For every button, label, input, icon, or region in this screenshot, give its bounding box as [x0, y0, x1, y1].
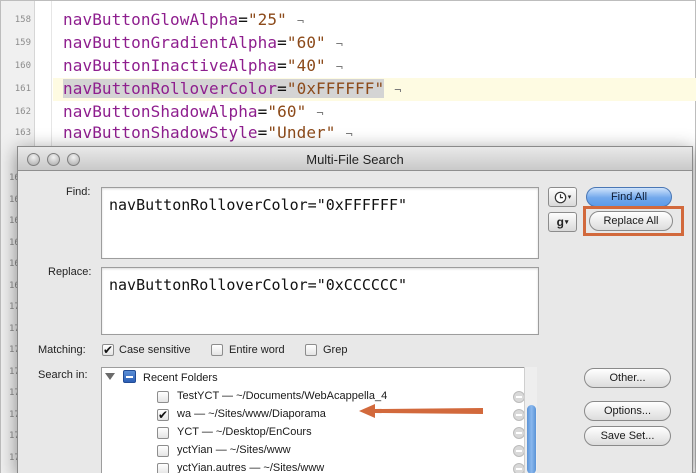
find-field[interactable]: navButtonRolloverColor="0xFFFFFF"	[101, 187, 539, 259]
code-line[interactable]: 162 navButtonShadowAlpha="60" ¬	[1, 101, 696, 124]
search-folders-list[interactable]: Recent Folders TestYCT — ~/Documents/Web…	[101, 367, 537, 473]
code-attribute: navButtonRolloverColor	[63, 79, 278, 98]
folder-label: yctYian — ~/Sites/www	[177, 444, 291, 456]
folder-label: yctYian.autres — ~/Sites/www	[177, 462, 325, 473]
code-attribute: navButtonGlowAlpha	[63, 10, 239, 29]
code-value: "Under"	[267, 123, 336, 142]
code-value: "60"	[267, 102, 307, 121]
code-value: "40"	[286, 56, 326, 75]
line-end-marker: ¬	[345, 127, 353, 141]
code-attribute: navButtonGradientAlpha	[63, 33, 278, 52]
grep-label: Grep	[323, 344, 348, 356]
list-item[interactable]: yctYian — ~/Sites/www	[102, 442, 536, 460]
folder-checkbox[interactable]	[157, 391, 169, 403]
line-end-marker: ¬	[296, 14, 305, 28]
line-number: 162	[14, 107, 31, 117]
code-value: "25"	[247, 10, 287, 29]
replace-all-highlight-annotation	[583, 206, 684, 236]
list-item[interactable]: YCT — ~/Desktop/EnCours	[102, 424, 536, 442]
entire-word-label: Entire word	[229, 344, 285, 356]
code-attribute: navButtonShadowStyle	[63, 123, 258, 142]
folder-label: YCT — ~/Desktop/EnCours	[177, 426, 312, 438]
grep-menu-label: g	[556, 215, 564, 229]
line-number: 161	[14, 84, 31, 94]
code-attribute: navButtonShadowAlpha	[63, 102, 258, 121]
search-in-label: Search in:	[38, 369, 88, 381]
code-line[interactable]: 160 navButtonInactiveAlpha="40" ¬	[1, 55, 696, 78]
multi-file-search-dialog: Multi-File Search Find: navButtonRollove…	[17, 146, 693, 473]
scrollbar-thumb[interactable]	[527, 405, 536, 473]
text-selection[interactable]: navButtonRolloverColor="0xFFFFFF"	[63, 79, 385, 98]
group-row-recent-folders[interactable]: Recent Folders	[102, 370, 536, 388]
list-scrollbar[interactable]	[524, 367, 537, 473]
line-end-marker: ¬	[335, 37, 344, 51]
folder-label: wa — ~/Sites/www/Diaporama	[177, 408, 326, 420]
line-number: 158	[14, 15, 31, 25]
grep-checkbox[interactable]	[305, 344, 317, 356]
folder-label: TestYCT — ~/Documents/WebAcappella_4	[177, 390, 388, 402]
line-number: 163	[14, 128, 31, 138]
find-all-button[interactable]: Find All	[586, 187, 672, 207]
group-toggle-icon[interactable]	[123, 370, 136, 383]
matching-label: Matching:	[38, 344, 86, 356]
list-item[interactable]: yctYian.autres — ~/Sites/www	[102, 460, 536, 473]
disclosure-triangle-icon[interactable]	[105, 373, 115, 380]
line-number: 160	[14, 61, 31, 71]
replace-field[interactable]: navButtonRolloverColor="0xCCCCCC"	[101, 267, 539, 335]
dialog-title: Multi-File Search	[306, 152, 404, 167]
group-label: Recent Folders	[143, 372, 218, 384]
grep-pattern-menu[interactable]: g▾	[548, 212, 577, 232]
case-sensitive-label: Case sensitive	[119, 344, 191, 356]
annotation-arrow-icon	[359, 404, 483, 418]
save-set-button[interactable]: Save Set...	[584, 426, 671, 446]
code-line[interactable]: 159 navButtonGradientAlpha="60" ¬	[1, 32, 696, 55]
clock-icon	[554, 192, 567, 204]
other-button[interactable]: Other...	[584, 368, 671, 388]
search-history-menu[interactable]: ▾	[548, 187, 577, 207]
dialog-titlebar[interactable]: Multi-File Search	[18, 147, 692, 171]
folder-checkbox[interactable]	[157, 463, 169, 473]
code-line[interactable]: 158 navButtonGlowAlpha="25" ¬	[1, 9, 696, 32]
line-end-marker: ¬	[394, 83, 402, 97]
line-end-marker: ¬	[335, 60, 344, 74]
entire-word-checkbox[interactable]	[211, 344, 223, 356]
line-end-marker: ¬	[316, 106, 324, 120]
folder-checkbox[interactable]: ✔	[157, 409, 169, 421]
code-attribute: navButtonInactiveAlpha	[63, 56, 278, 75]
code-value: "0xFFFFFF"	[286, 79, 385, 98]
folder-checkbox[interactable]	[157, 445, 169, 457]
options-button[interactable]: Options...	[584, 401, 671, 421]
replace-label: Replace:	[48, 266, 92, 278]
case-sensitive-checkbox[interactable]: ✔	[102, 344, 114, 356]
code-value: "60"	[286, 33, 326, 52]
folder-checkbox[interactable]	[157, 427, 169, 439]
code-line-current[interactable]: 161 navButtonRolloverColor="0xFFFFFF" ¬	[1, 78, 696, 101]
find-label: Find:	[66, 186, 91, 198]
line-number: 159	[14, 38, 31, 48]
code-line[interactable]: 163 navButtonShadowStyle="Under" ¬	[1, 122, 696, 145]
